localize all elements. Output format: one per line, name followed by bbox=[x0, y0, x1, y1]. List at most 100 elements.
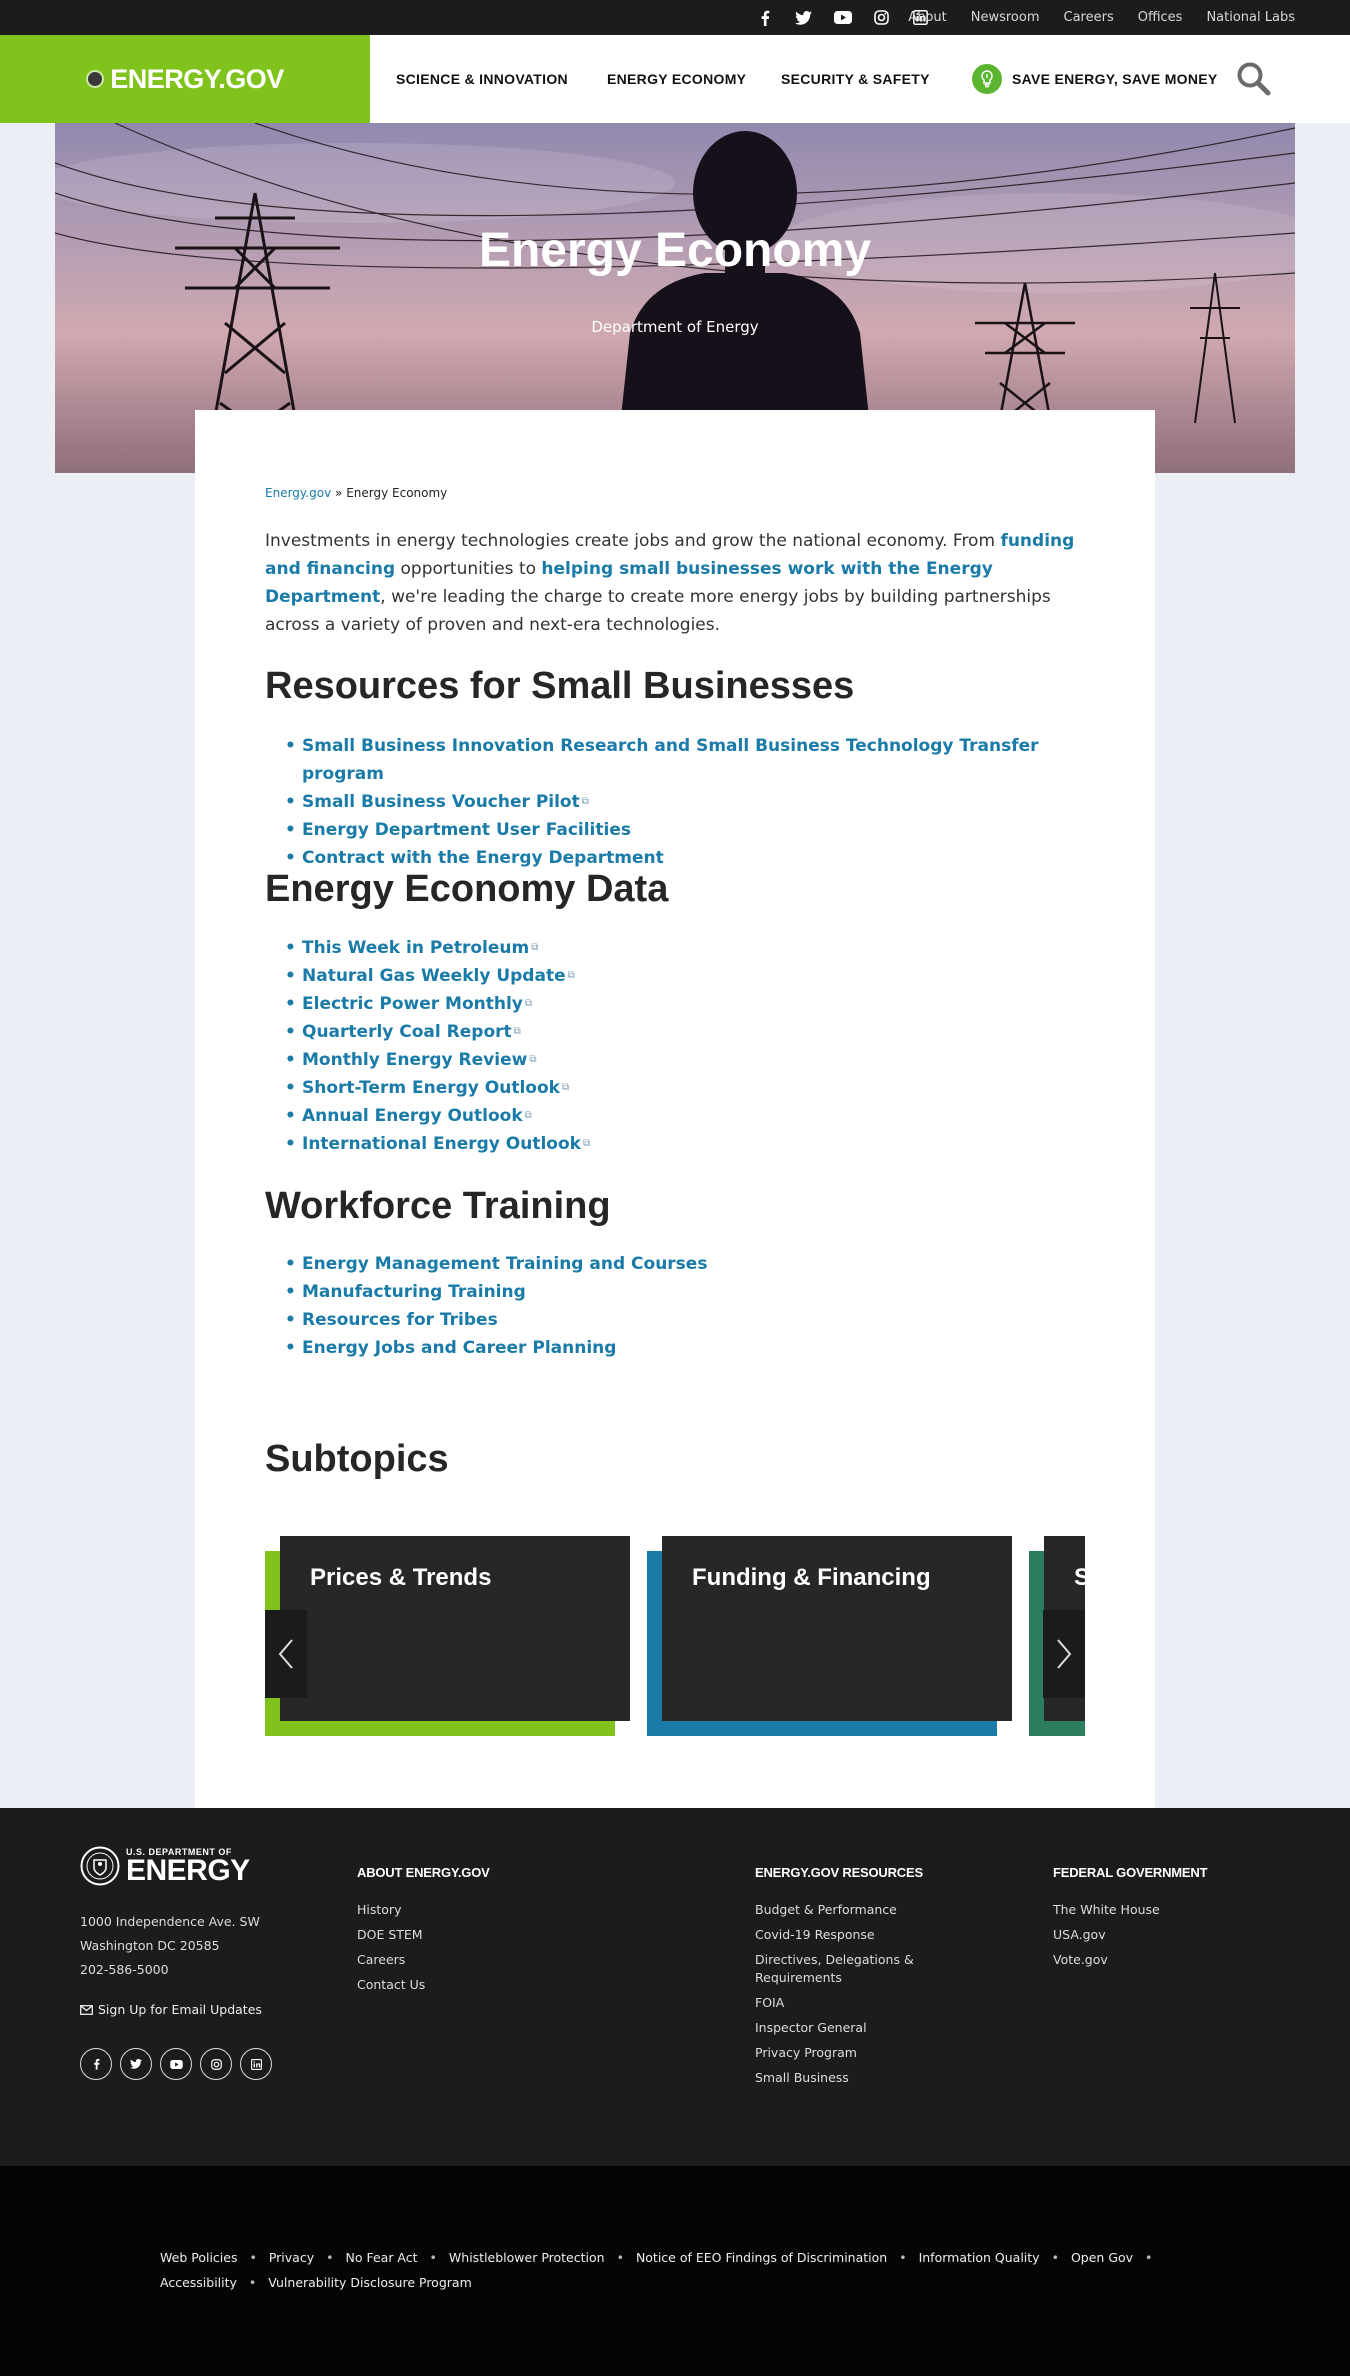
footer-heading-federal: FEDERAL GOVERNMENT bbox=[1053, 1865, 1208, 1880]
list-item[interactable]: Natural Gas Weekly Update⧉ bbox=[285, 962, 590, 990]
nav-energy-economy[interactable]: ENERGY ECONOMY bbox=[607, 35, 746, 123]
card-panel[interactable]: Funding & Financing bbox=[662, 1536, 1012, 1721]
instagram-icon[interactable] bbox=[862, 0, 901, 35]
list-item[interactable]: Energy Jobs and Career Planning bbox=[285, 1334, 707, 1362]
footer-link[interactable]: History bbox=[357, 1901, 425, 1919]
footer-link[interactable]: Covid-19 Response bbox=[755, 1926, 935, 1944]
twitter-icon[interactable] bbox=[120, 2048, 152, 2080]
external-link-icon: ⧉ bbox=[567, 970, 575, 981]
separator-dot: • bbox=[899, 2250, 907, 2265]
link-label[interactable]: Manufacturing Training bbox=[302, 1282, 526, 1302]
policy-link[interactable]: No Fear Act bbox=[345, 2250, 417, 2265]
policy-link[interactable]: Accessibility bbox=[160, 2275, 237, 2290]
footer-link[interactable]: Budget & Performance bbox=[755, 1901, 935, 1919]
link-label[interactable]: Electric Power Monthly bbox=[302, 994, 523, 1014]
nav-label[interactable]: ENERGY ECONOMY bbox=[607, 71, 746, 87]
list-item[interactable]: Short-Term Energy Outlook⧉ bbox=[285, 1074, 590, 1102]
instagram-icon[interactable] bbox=[200, 2048, 232, 2080]
list-item[interactable]: Resources for Tribes bbox=[285, 1306, 707, 1334]
link-label[interactable]: Small Business Voucher Pilot bbox=[302, 792, 580, 812]
link-label[interactable]: Energy Jobs and Career Planning bbox=[302, 1338, 616, 1358]
list-item[interactable]: Energy Department User Facilities bbox=[285, 816, 1085, 844]
utility-bar: About Newsroom Careers Offices National … bbox=[0, 0, 1350, 35]
footer-logo-big: ENERGY bbox=[126, 1854, 250, 1887]
facebook-icon[interactable] bbox=[745, 0, 784, 35]
list-item[interactable]: Quarterly Coal Report⧉ bbox=[285, 1018, 590, 1046]
policy-link[interactable]: Web Policies bbox=[160, 2250, 237, 2265]
external-link-icon: ⧉ bbox=[531, 942, 539, 953]
footer-link[interactable]: Inspector General bbox=[755, 2019, 935, 2037]
footer-link[interactable]: FOIA bbox=[755, 1994, 935, 2012]
site-logo[interactable]: ENERGY.GOV bbox=[0, 35, 370, 123]
utility-link-about[interactable]: About bbox=[908, 10, 946, 25]
list-item[interactable]: Annual Energy Outlook⧉ bbox=[285, 1102, 590, 1130]
list-item[interactable]: Small Business Voucher Pilot⧉ bbox=[285, 788, 1085, 816]
link-label[interactable]: This Week in Petroleum bbox=[302, 938, 529, 958]
utility-link-careers[interactable]: Careers bbox=[1064, 10, 1114, 25]
footer-link[interactable]: Contact Us bbox=[357, 1976, 425, 1994]
link-label[interactable]: Short-Term Energy Outlook bbox=[302, 1078, 560, 1098]
nav-science-innovation[interactable]: SCIENCE & INNOVATION bbox=[396, 35, 568, 123]
list-item[interactable]: Monthly Energy Review⧉ bbox=[285, 1046, 590, 1074]
utility-link-newsroom[interactable]: Newsroom bbox=[971, 10, 1040, 25]
link-label[interactable]: Small Business Innovation Research and S… bbox=[302, 736, 1039, 784]
footer-link[interactable]: Small Business bbox=[755, 2069, 935, 2087]
policy-link[interactable]: Information Quality bbox=[919, 2250, 1040, 2265]
link-label[interactable]: Quarterly Coal Report bbox=[302, 1022, 512, 1042]
twitter-icon[interactable] bbox=[784, 0, 823, 35]
card-panel[interactable]: Prices & Trends bbox=[280, 1536, 630, 1721]
link-label[interactable]: Contract with the Energy Department bbox=[302, 848, 664, 868]
subtopic-card-prices-trends[interactable]: Prices & Trends bbox=[265, 1536, 630, 1736]
linkedin-icon[interactable] bbox=[240, 2048, 272, 2080]
policy-link[interactable]: Privacy bbox=[269, 2250, 314, 2265]
link-label[interactable]: Energy Department User Facilities bbox=[302, 820, 631, 840]
list-item[interactable]: Energy Management Training and Courses bbox=[285, 1250, 707, 1278]
intro-text: , we're leading the charge to create mor… bbox=[265, 587, 1051, 635]
nav-label[interactable]: SECURITY & SAFETY bbox=[781, 71, 930, 87]
footer-link[interactable]: Privacy Program bbox=[755, 2044, 935, 2062]
policy-link[interactable]: Vulnerability Disclosure Program bbox=[268, 2275, 471, 2290]
policy-link[interactable]: Whistleblower Protection bbox=[449, 2250, 605, 2265]
policy-links-row: Accessibility • Vulnerability Disclosure … bbox=[160, 2275, 472, 2290]
link-label[interactable]: Resources for Tribes bbox=[302, 1310, 498, 1330]
link-label[interactable]: Energy Management Training and Courses bbox=[302, 1254, 707, 1274]
subtopic-card-funding-financing[interactable]: Funding & Financing bbox=[647, 1536, 1012, 1736]
list-item[interactable]: Electric Power Monthly⧉ bbox=[285, 990, 590, 1018]
facebook-icon[interactable] bbox=[80, 2048, 112, 2080]
youtube-icon[interactable] bbox=[823, 0, 862, 35]
link-label[interactable]: International Energy Outlook bbox=[302, 1134, 581, 1154]
list-item[interactable]: This Week in Petroleum⧉ bbox=[285, 934, 590, 962]
footer-link[interactable]: USA.gov bbox=[1053, 1926, 1160, 1944]
nav-label[interactable]: SCIENCE & INNOVATION bbox=[396, 71, 568, 87]
list-item[interactable]: Small Business Innovation Research and S… bbox=[285, 732, 1085, 788]
footer-link[interactable]: Vote.gov bbox=[1053, 1951, 1160, 1969]
external-link-icon: ⧉ bbox=[561, 1082, 570, 1093]
footer-social-links bbox=[80, 2048, 272, 2080]
footer-link[interactable]: The White House bbox=[1053, 1901, 1160, 1919]
utility-link-national-labs[interactable]: National Labs bbox=[1206, 10, 1295, 25]
policy-link[interactable]: Open Gov bbox=[1071, 2250, 1133, 2265]
link-label[interactable]: Monthly Energy Review bbox=[302, 1050, 527, 1070]
save-energy-link[interactable]: SAVE ENERGY, SAVE MONEY bbox=[972, 35, 1218, 123]
carousel-next-button[interactable] bbox=[1043, 1610, 1085, 1698]
sub-footer: Web Policies • Privacy • No Fear Act • Whis… bbox=[0, 2166, 1350, 2376]
footer-link[interactable]: DOE STEM bbox=[357, 1926, 425, 1944]
link-label[interactable]: Annual Energy Outlook bbox=[302, 1106, 523, 1126]
email-signup-link[interactable]: Sign Up for Email Updates bbox=[80, 2002, 262, 2017]
footer-logo[interactable]: U.S. DEPARTMENT OF ENERGY bbox=[80, 1846, 250, 1886]
footer-about-list: History DOE STEM Careers Contact Us bbox=[357, 1901, 425, 2001]
list-item[interactable]: International Energy Outlook⧉ bbox=[285, 1130, 590, 1158]
policy-links-row: Web Policies • Privacy • No Fear Act • Whis… bbox=[160, 2250, 1164, 2265]
youtube-icon[interactable] bbox=[160, 2048, 192, 2080]
carousel-prev-button[interactable] bbox=[265, 1610, 307, 1698]
link-label[interactable]: Natural Gas Weekly Update bbox=[302, 966, 566, 986]
section-title-workforce: Workforce Training bbox=[265, 1185, 611, 1227]
footer-link[interactable]: Careers bbox=[357, 1951, 425, 1969]
footer-link[interactable]: Directives, Delegations & Requirements bbox=[755, 1951, 935, 1987]
utility-link-offices[interactable]: Offices bbox=[1138, 10, 1183, 25]
list-item[interactable]: Manufacturing Training bbox=[285, 1278, 707, 1306]
breadcrumb-home-link[interactable]: Energy.gov bbox=[265, 486, 331, 500]
nav-security-safety[interactable]: SECURITY & SAFETY bbox=[781, 35, 930, 123]
search-icon[interactable] bbox=[1236, 61, 1272, 97]
policy-link[interactable]: Notice of EEO Findings of Discrimination bbox=[636, 2250, 887, 2265]
